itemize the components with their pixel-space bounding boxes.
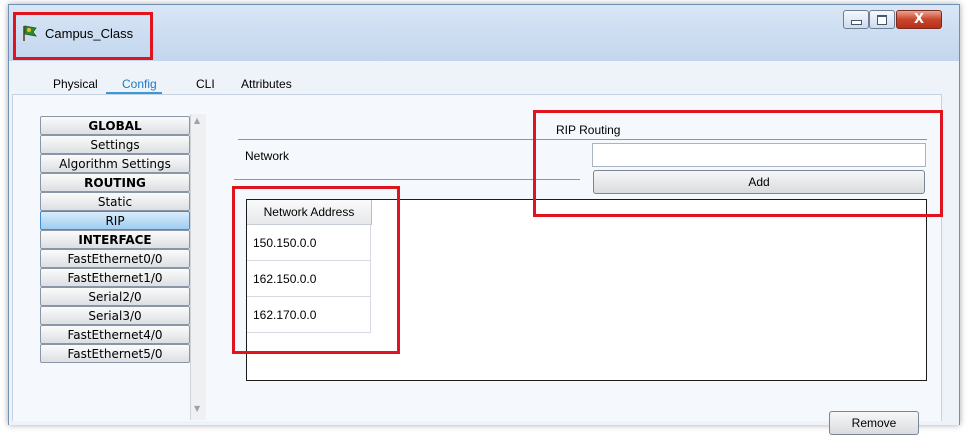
sidebar-item-settings[interactable]: Settings (40, 135, 190, 154)
close-button[interactable]: X (896, 10, 942, 29)
maximize-button[interactable] (869, 10, 895, 29)
sidebar-item-static[interactable]: Static (40, 192, 190, 211)
minimize-button[interactable] (843, 10, 869, 29)
scroll-down-icon[interactable]: ▼ (194, 404, 200, 413)
sidebar-item-rip[interactable]: RIP (40, 211, 190, 230)
sidebar-header-interface[interactable]: INTERFACE (40, 230, 190, 249)
network-divider (234, 179, 580, 180)
close-icon: X (913, 12, 925, 27)
sidebar-item-fastethernet4-0[interactable]: FastEthernet4/0 (40, 325, 190, 344)
remove-button[interactable]: Remove (829, 411, 919, 435)
rip-section-title: RIP Routing (556, 123, 621, 137)
title-bar[interactable]: Campus_Class X (9, 5, 959, 61)
tab-physical[interactable]: Physical (53, 77, 98, 91)
table-row[interactable]: 150.150.0.0 (247, 225, 371, 261)
network-address-table: Network Address 150.150.0.0 162.150.0.0 … (246, 199, 927, 381)
tab-attributes[interactable]: Attributes (241, 77, 292, 91)
sidebar-item-algorithm-settings[interactable]: Algorithm Settings (40, 154, 190, 173)
window-title: Campus_Class (45, 26, 134, 41)
router-flag-icon (21, 24, 39, 42)
network-input[interactable] (592, 143, 926, 167)
network-label: Network (245, 149, 290, 163)
sidebar-item-serial2-0[interactable]: Serial2/0 (40, 287, 190, 306)
tab-config[interactable]: Config (122, 77, 157, 91)
table-row[interactable]: 162.150.0.0 (247, 261, 371, 297)
sidebar-header-global[interactable]: GLOBAL (40, 116, 190, 135)
add-button[interactable]: Add (593, 170, 925, 194)
sidebar-item-fastethernet0-0[interactable]: FastEthernet0/0 (40, 249, 190, 268)
table-row[interactable]: 162.170.0.0 (247, 297, 371, 333)
sidebar-item-fastethernet1-0[interactable]: FastEthernet1/0 (40, 268, 190, 287)
scroll-up-icon[interactable]: ▲ (194, 116, 200, 125)
minimize-icon (850, 20, 862, 25)
tab-cli[interactable]: CLI (196, 77, 215, 91)
sidebar-header-routing[interactable]: ROUTING (40, 173, 190, 192)
maximize-icon (877, 14, 887, 25)
sidebar-item-fastethernet5-0[interactable]: FastEthernet5/0 (40, 344, 190, 363)
sidebar-item-serial3-0[interactable]: Serial3/0 (40, 306, 190, 325)
section-divider (238, 139, 927, 140)
sidebar-scrollbar[interactable]: ▲ ▼ (190, 114, 206, 420)
table-header-network-address[interactable]: Network Address (247, 200, 372, 225)
